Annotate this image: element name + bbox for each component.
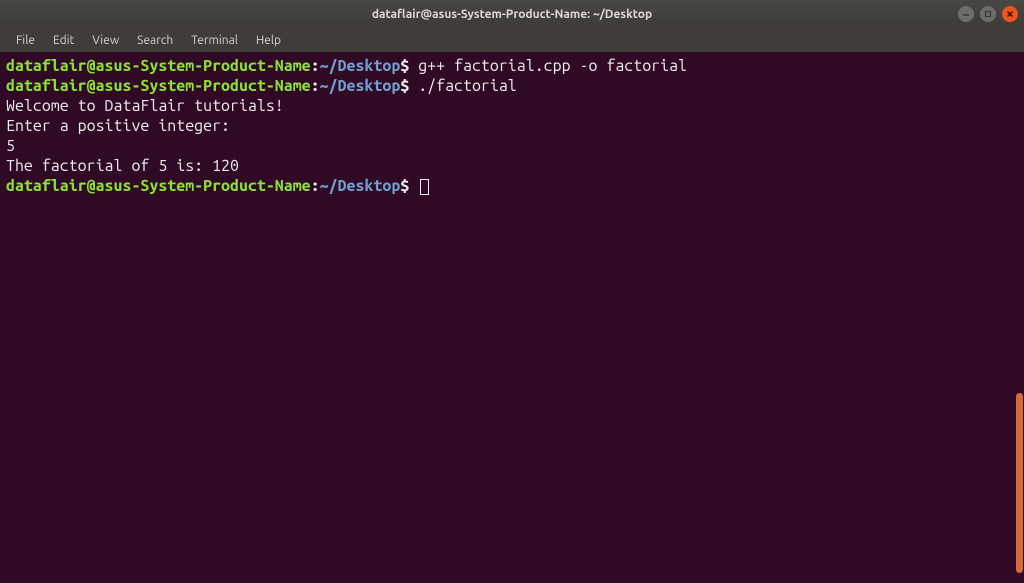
window-title: dataflair@asus-System-Product-Name: ~/De… — [372, 8, 652, 21]
prompt-user-host: dataflair@asus-System-Product-Name — [6, 177, 311, 195]
close-button[interactable] — [1002, 6, 1018, 22]
titlebar: dataflair@asus-System-Product-Name: ~/De… — [0, 0, 1024, 28]
prompt-user-host: dataflair@asus-System-Product-Name — [6, 57, 311, 75]
scrollbar[interactable] — [1014, 52, 1024, 583]
output-line: 5 — [6, 136, 1018, 156]
prompt-path: /Desktop — [329, 177, 401, 195]
prompt-colon: : — [311, 177, 320, 195]
maximize-button[interactable] — [980, 6, 996, 22]
prompt-colon: : — [311, 57, 320, 75]
prompt-dollar: $ — [400, 77, 409, 95]
output-line: Welcome to DataFlair tutorials! — [6, 96, 1018, 116]
menu-edit[interactable]: Edit — [45, 32, 82, 49]
output-line: The factorial of 5 is: 120 — [6, 156, 1018, 176]
prompt-path: /Desktop — [329, 77, 401, 95]
prompt-tilde: ~ — [320, 77, 329, 95]
close-icon — [1006, 10, 1014, 18]
menu-search[interactable]: Search — [129, 32, 181, 49]
prompt-user-host: dataflair@asus-System-Product-Name — [6, 77, 311, 95]
minimize-button[interactable] — [958, 6, 974, 22]
menu-terminal[interactable]: Terminal — [183, 32, 246, 49]
minimize-icon — [962, 10, 970, 18]
prompt-tilde: ~ — [320, 57, 329, 75]
command-text: ./factorial — [409, 77, 517, 95]
prompt-dollar: $ — [400, 177, 409, 195]
menu-view[interactable]: View — [84, 32, 127, 49]
prompt-colon: : — [311, 77, 320, 95]
window-controls — [958, 6, 1018, 22]
menu-help[interactable]: Help — [248, 32, 289, 49]
prompt-tilde: ~ — [320, 177, 329, 195]
terminal-line: dataflair@asus-System-Product-Name:~/Des… — [6, 176, 1018, 196]
scrollbar-thumb[interactable] — [1016, 393, 1023, 573]
terminal-body[interactable]: dataflair@asus-System-Product-Name:~/Des… — [0, 52, 1024, 583]
output-line: Enter a positive integer: — [6, 116, 1018, 136]
cursor-icon — [420, 179, 429, 195]
maximize-icon — [984, 10, 992, 18]
prompt-dollar: $ — [400, 57, 409, 75]
prompt-path: /Desktop — [329, 57, 401, 75]
terminal-line: dataflair@asus-System-Product-Name:~/Des… — [6, 76, 1018, 96]
command-text: g++ factorial.cpp -o factorial — [409, 57, 687, 75]
menubar: File Edit View Search Terminal Help — [0, 28, 1024, 52]
command-text — [409, 177, 418, 195]
terminal-line: dataflair@asus-System-Product-Name:~/Des… — [6, 56, 1018, 76]
menu-file[interactable]: File — [8, 32, 43, 49]
